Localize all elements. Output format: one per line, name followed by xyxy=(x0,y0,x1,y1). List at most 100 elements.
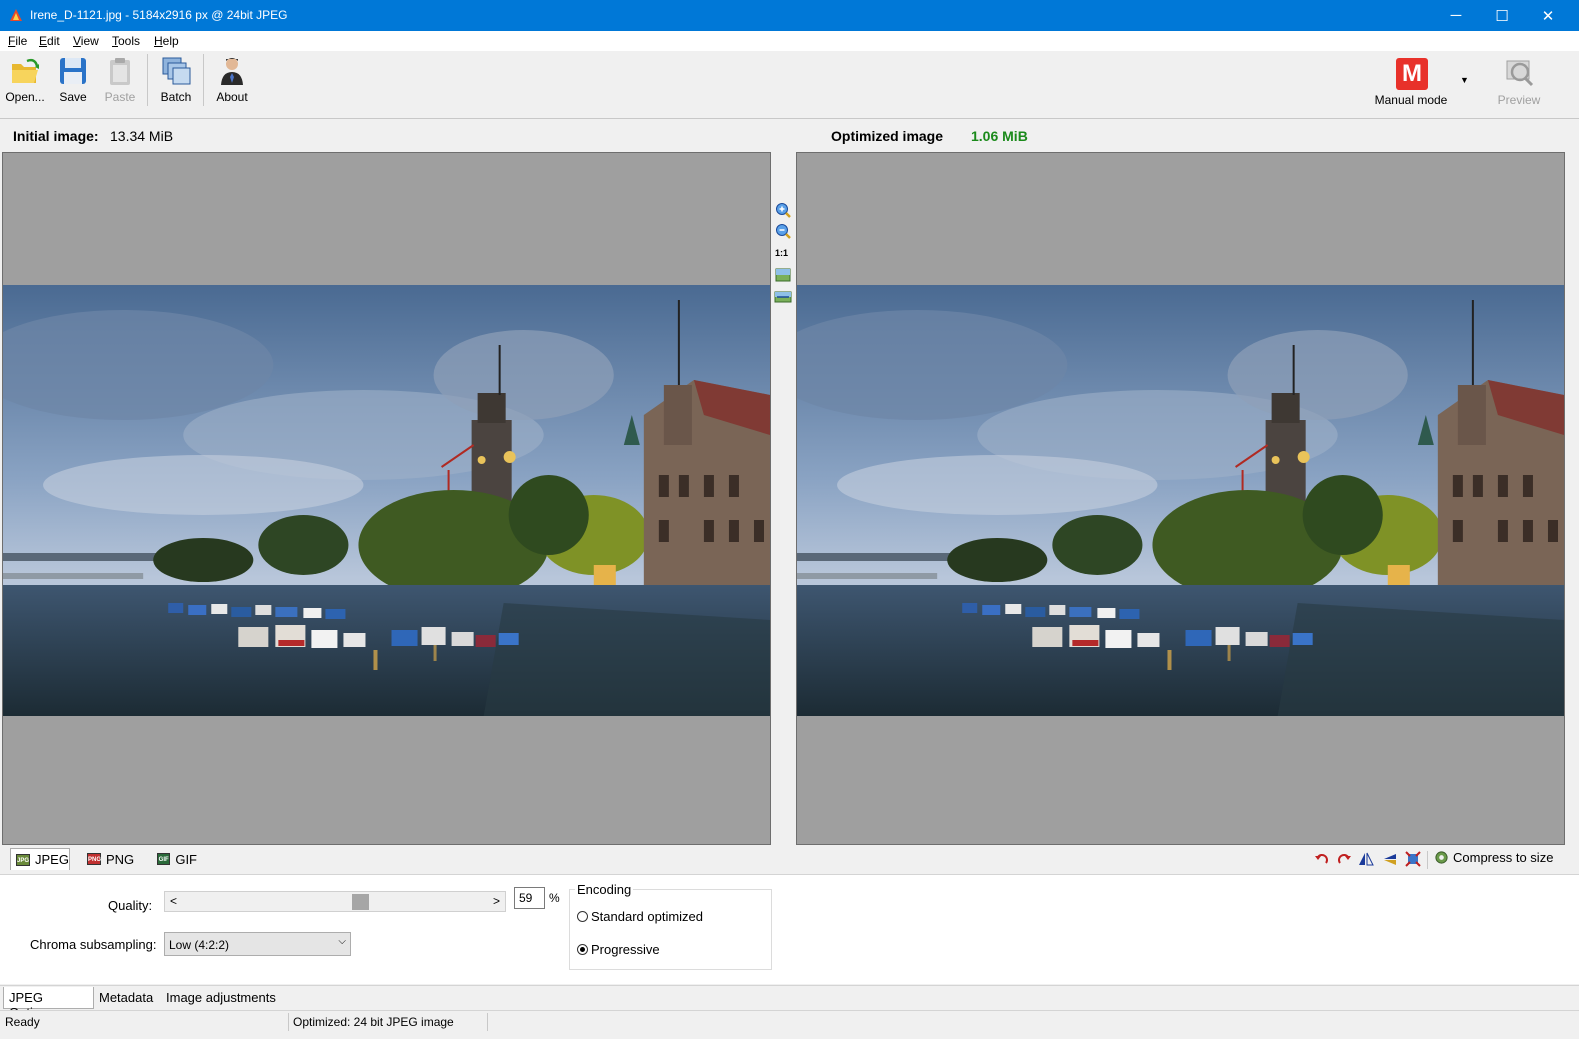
close-button[interactable]: ✕ xyxy=(1525,0,1571,31)
format-tab-bar: JPG JPEG PNG PNG GIF GIF Compress to siz… xyxy=(0,845,1579,875)
toolbar: Open... Save Paste Batch About M Manual … xyxy=(0,51,1579,119)
app-icon xyxy=(10,9,22,21)
manual-mode-icon: M xyxy=(1396,58,1428,90)
fit-width-icon[interactable] xyxy=(774,289,792,305)
status-bar: Ready Optimized: 24 bit JPEG image xyxy=(0,1010,1579,1039)
menu-view[interactable]: View xyxy=(73,34,99,48)
zoom-toolbar: 1:1 xyxy=(771,152,796,845)
title-bar: Irene_D-1121.jpg - 5184x2916 px @ 24bit … xyxy=(0,0,1579,31)
options-tab-bar: JPEG Options Metadata Image adjustments xyxy=(0,985,1579,1020)
menu-bar: File Edit View Tools Help xyxy=(0,31,1579,51)
tab-metadata[interactable]: Metadata xyxy=(94,987,159,1009)
gear-icon xyxy=(1435,851,1448,864)
save-button[interactable]: Save xyxy=(52,51,94,117)
optimized-image-size: 1.06 MiB xyxy=(971,128,1028,144)
compress-to-size-label: Compress to size xyxy=(1453,850,1554,865)
standard-optimized-label: Standard optimized xyxy=(591,909,704,924)
person-icon xyxy=(221,58,243,85)
zoom-in-icon[interactable] xyxy=(774,202,792,218)
status-divider xyxy=(487,1013,488,1031)
progressive-radio[interactable]: Progressive xyxy=(577,942,660,957)
menu-file[interactable]: File xyxy=(8,34,27,48)
maximize-button[interactable]: ☐ xyxy=(1479,0,1525,31)
crop-icon[interactable] xyxy=(1405,851,1421,867)
tab-gif-label: GIF xyxy=(175,851,197,867)
standard-optimized-radio[interactable]: Standard optimized xyxy=(577,909,703,924)
mode-dropdown-arrow-icon[interactable]: ▼ xyxy=(1460,75,1469,85)
clipboard-icon xyxy=(110,58,130,85)
batch-images-icon xyxy=(162,57,191,85)
status-ready: Ready xyxy=(5,1015,40,1029)
zoom-out-icon[interactable] xyxy=(774,223,792,239)
preview-label: Preview xyxy=(1497,93,1541,107)
png-file-icon: PNG xyxy=(87,853,101,865)
menu-tools[interactable]: Tools xyxy=(112,34,140,48)
optimized-image-label: Optimized image xyxy=(831,128,944,144)
fit-image-icon[interactable] xyxy=(774,267,792,283)
flip-vertical-icon[interactable] xyxy=(1382,851,1398,867)
toolbar-separator xyxy=(1427,851,1428,869)
image-header: Initial image: 13.34 MiB Optimized image… xyxy=(0,119,1579,152)
quality-percent-label: % xyxy=(549,891,560,905)
manual-mode-label: Manual mode xyxy=(1374,93,1448,107)
save-label: Save xyxy=(59,90,87,104)
tab-jpeg-options[interactable]: JPEG Options xyxy=(3,987,94,1020)
folder-open-icon xyxy=(12,58,39,83)
optimized-image-pane[interactable] xyxy=(796,152,1565,845)
initial-image-label: Initial image: xyxy=(13,128,99,144)
menu-edit[interactable]: Edit xyxy=(39,34,60,48)
chroma-subsampling-label: Chroma subsampling: xyxy=(30,937,157,952)
encoding-title: Encoding xyxy=(575,882,634,897)
radio-circle xyxy=(577,944,588,955)
status-divider xyxy=(288,1013,289,1031)
status-optimized-info: Optimized: 24 bit JPEG image xyxy=(293,1015,454,1029)
floppy-disk-icon xyxy=(60,58,86,84)
chroma-subsampling-select[interactable]: Low (4:2:2) ⌵ xyxy=(164,932,351,956)
chroma-subsampling-value: Low (4:2:2) xyxy=(169,938,230,952)
menu-help[interactable]: Help xyxy=(154,34,179,48)
slider-right-arrow-icon[interactable]: > xyxy=(493,894,500,908)
paste-button[interactable]: Paste xyxy=(98,51,142,117)
encoding-group xyxy=(569,889,772,970)
tab-png[interactable]: PNG PNG xyxy=(82,848,142,870)
manual-mode-button[interactable]: M Manual mode xyxy=(1364,51,1458,117)
magnifier-icon xyxy=(1506,60,1534,87)
tab-image-adjustments[interactable]: Image adjustments xyxy=(161,987,281,1009)
about-button[interactable]: About xyxy=(209,51,255,117)
zoom-actual-size-button[interactable]: 1:1 xyxy=(775,248,788,258)
batch-button[interactable]: Batch xyxy=(153,51,199,117)
flip-horizontal-icon[interactable] xyxy=(1358,851,1374,867)
gif-file-icon: GIF xyxy=(157,853,171,865)
jpeg-options-panel: Quality: < > 59 % Chroma subsampling: Lo… xyxy=(0,875,1579,984)
chevron-down-icon: ⌵ xyxy=(338,936,346,947)
rotate-left-icon[interactable] xyxy=(1314,851,1330,867)
quality-slider[interactable]: < > xyxy=(164,891,506,912)
tab-jpeg[interactable]: JPG JPEG xyxy=(10,848,70,870)
jpeg-file-icon: JPG xyxy=(16,853,30,866)
toolbar-separator xyxy=(147,54,148,106)
progressive-label: Progressive xyxy=(591,942,660,957)
quality-value-input[interactable]: 59 xyxy=(514,887,545,909)
tab-gif[interactable]: GIF GIF xyxy=(152,848,202,870)
quality-slider-thumb[interactable] xyxy=(352,894,369,910)
minimize-button[interactable]: ─ xyxy=(1433,0,1479,31)
about-label: About xyxy=(216,90,248,104)
window-title: Irene_D-1121.jpg - 5184x2916 px @ 24bit … xyxy=(30,8,288,22)
toolbar-separator xyxy=(203,54,204,106)
compress-to-size-button[interactable]: Compress to size xyxy=(1434,850,1553,865)
open-button[interactable]: Open... xyxy=(2,51,48,117)
initial-image-pane[interactable] xyxy=(2,152,771,845)
batch-label: Batch xyxy=(160,90,192,104)
slider-left-arrow-icon[interactable]: < xyxy=(170,894,177,908)
radio-circle xyxy=(577,911,588,922)
quality-label: Quality: xyxy=(108,898,153,913)
tab-png-label: PNG xyxy=(106,851,135,867)
open-label: Open... xyxy=(5,90,45,104)
paste-label: Paste xyxy=(104,90,136,104)
optimized-photo xyxy=(797,285,1564,716)
initial-photo xyxy=(3,285,770,716)
tab-jpeg-label: JPEG xyxy=(35,852,69,867)
preview-button[interactable]: Preview xyxy=(1490,51,1548,117)
rotate-right-icon[interactable] xyxy=(1336,851,1352,867)
initial-image-size: 13.34 MiB xyxy=(110,128,174,144)
